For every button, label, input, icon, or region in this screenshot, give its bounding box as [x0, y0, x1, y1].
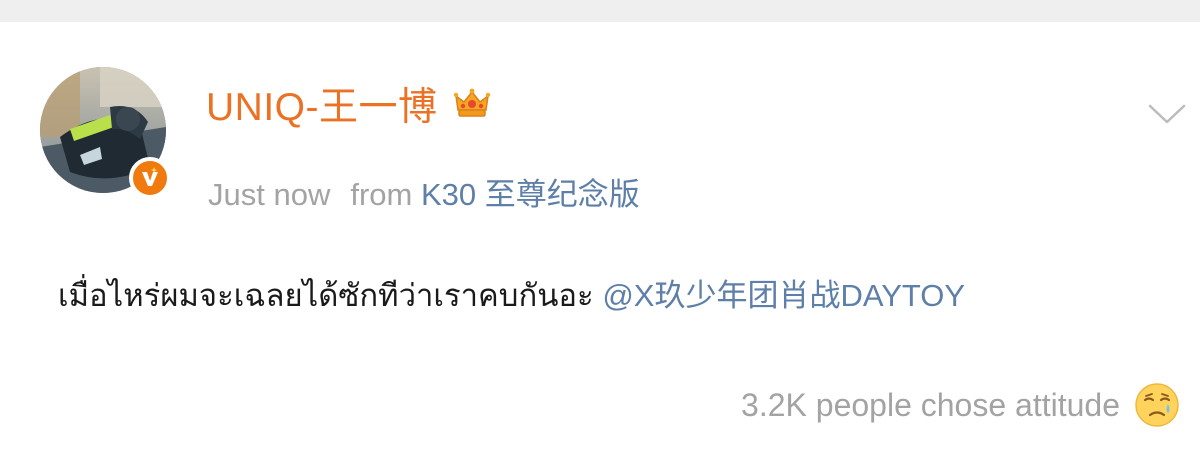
post-body-text: เมื่อไหร่ผมจะเฉลยได้ซักทีว่าเราคบกันอะ: [58, 278, 594, 313]
attitude-summary[interactable]: 3.2K people chose attitude: [741, 382, 1180, 428]
post-content: เมื่อไหร่ผมจะเฉลยได้ซักทีว่าเราคบกันอะ @…: [58, 270, 965, 320]
post-source[interactable]: K30 至尊纪念版: [421, 177, 640, 212]
from-label: from: [350, 177, 413, 212]
attitude-count: 3.2K people chose attitude: [741, 386, 1120, 423]
post-meta: Just now from K30 至尊纪念版: [208, 169, 640, 214]
weibo-post-card: UNIQ-王一博 Just now from K30 至尊纪念版 เมื่อไหร…: [0, 22, 1200, 454]
mention-link[interactable]: @X玖少年团肖战DAYTOY: [602, 278, 965, 313]
chevron-down-icon[interactable]: [1148, 102, 1186, 126]
crying-face-emoji-icon: [1134, 382, 1180, 428]
verified-v-icon: [129, 157, 171, 199]
username-row: UNIQ-王一博: [206, 76, 492, 132]
username[interactable]: UNIQ-王一博: [206, 76, 438, 132]
post-timestamp: Just now: [208, 177, 331, 212]
top-separator: [0, 0, 1200, 22]
crown-icon[interactable]: [452, 84, 492, 124]
user-avatar[interactable]: [40, 67, 171, 199]
